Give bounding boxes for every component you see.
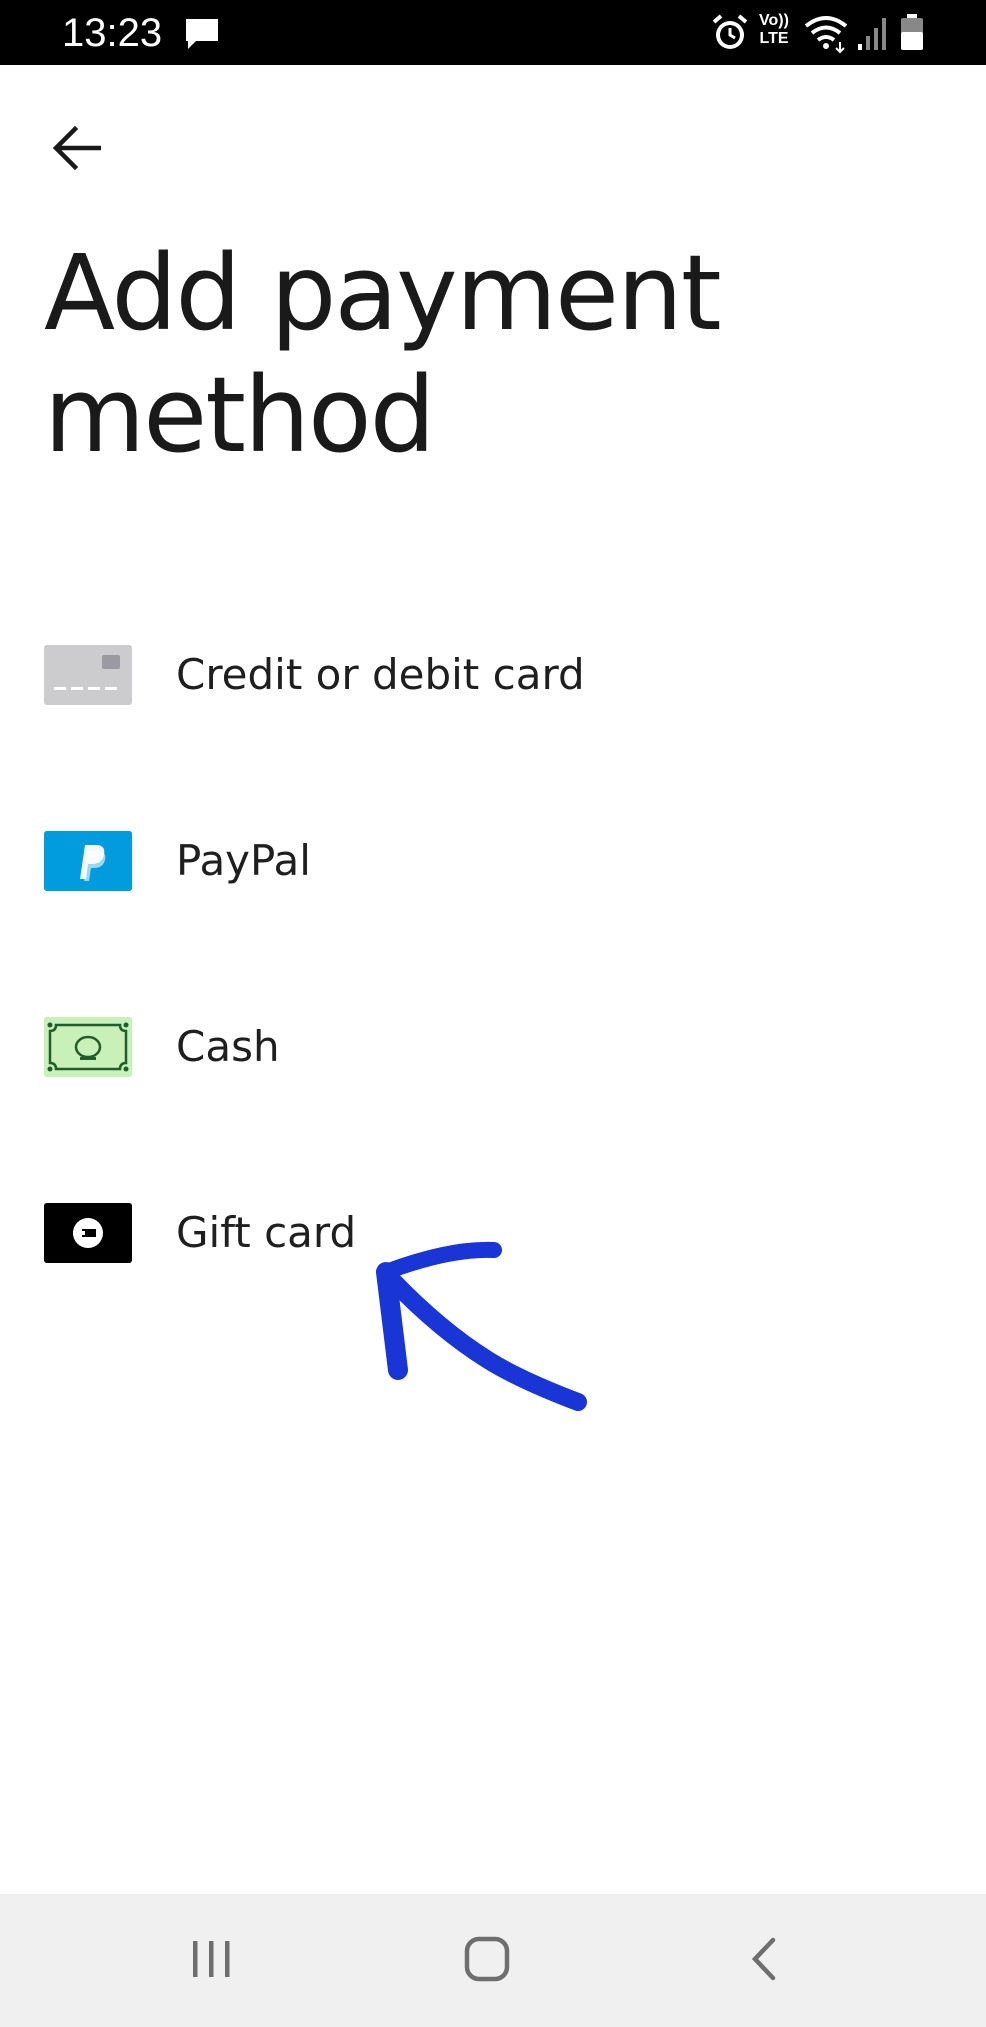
recents-icon	[193, 1941, 230, 1977]
arrow-left-icon	[52, 126, 101, 170]
page-title: Add payment method	[44, 232, 722, 476]
alarm-icon	[712, 14, 748, 49]
signal-icon	[858, 18, 886, 50]
back-button[interactable]	[36, 108, 116, 188]
wifi-icon	[804, 16, 848, 54]
payment-option-label: Credit or debit card	[176, 650, 585, 699]
credit-card-icon	[44, 645, 132, 705]
battery-icon	[901, 14, 923, 50]
payment-option-paypal[interactable]: PayPal	[0, 786, 986, 936]
annotation-arrow	[376, 1241, 587, 1411]
recents-button[interactable]	[172, 1924, 252, 1994]
gift-card-icon	[44, 1203, 132, 1263]
home-button[interactable]	[447, 1924, 527, 1994]
cash-icon	[44, 1017, 132, 1077]
payment-option-label: PayPal	[176, 836, 311, 885]
status-time: 13:23	[62, 11, 163, 55]
home-icon	[464, 1936, 510, 1982]
payment-option-label: Cash	[176, 1022, 280, 1071]
message-icon	[186, 19, 218, 49]
navigation-bar	[0, 1894, 986, 2027]
status-bar: 13:23 Vo)) LTE	[0, 0, 986, 65]
payment-option-label: Gift card	[176, 1208, 357, 1257]
volte-icon: Vo)) LTE	[759, 12, 789, 47]
back-icon	[751, 1937, 776, 1981]
payment-option-cash[interactable]: Cash	[0, 972, 986, 1122]
paypal-icon	[44, 831, 132, 891]
system-back-button[interactable]	[724, 1924, 804, 1994]
payment-option-credit-card[interactable]: Credit or debit card	[0, 600, 986, 750]
